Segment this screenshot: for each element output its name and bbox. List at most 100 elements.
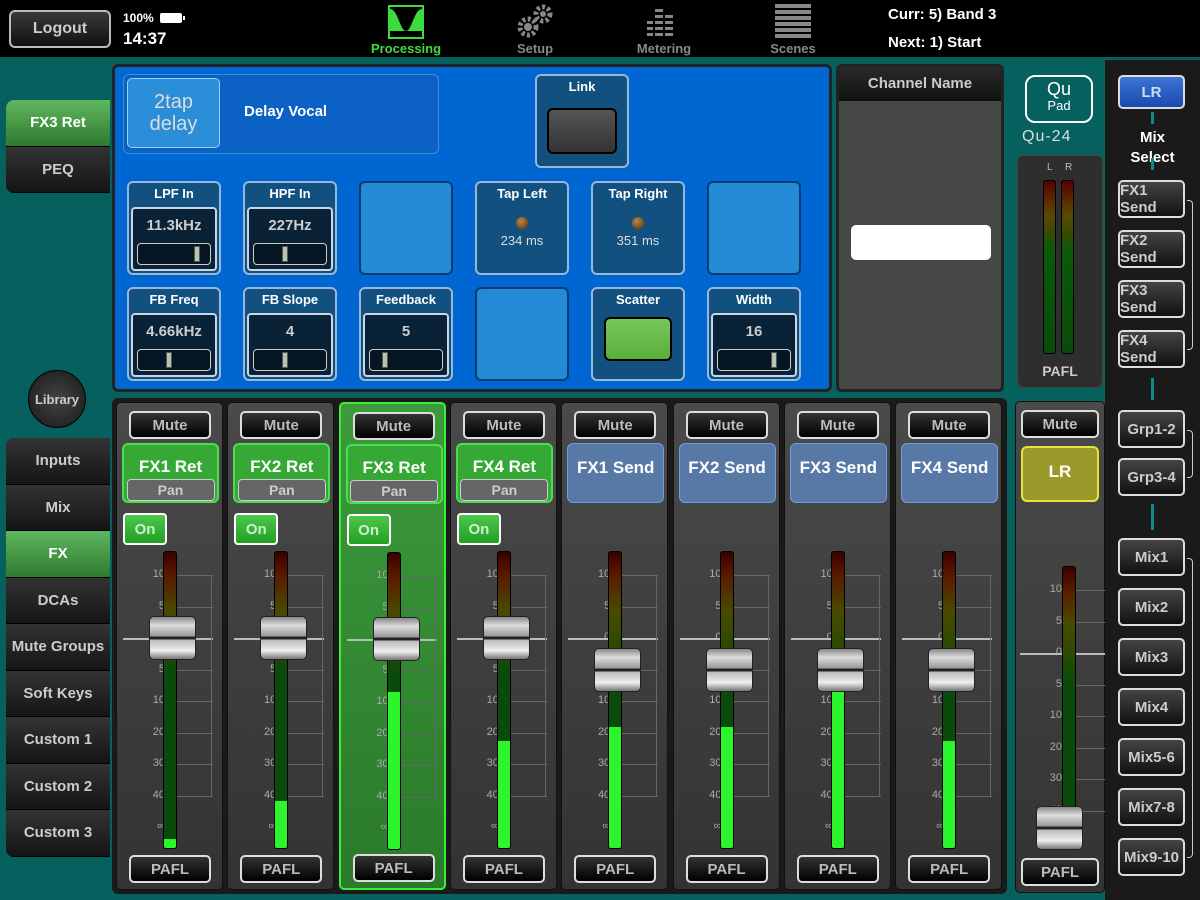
mute-button[interactable]: Mute [574,411,657,439]
pafl-button[interactable]: PAFL [129,855,211,883]
connector-line [1151,158,1154,170]
fader-cap[interactable] [928,648,976,692]
layer-inputs[interactable]: Inputs [6,438,110,485]
fader-cap[interactable] [372,617,420,661]
mute-button[interactable]: Mute [908,411,991,439]
mix-select-lr[interactable]: LR [1118,75,1185,109]
mute-button[interactable]: Mute [462,411,545,439]
fader-cap[interactable] [149,616,196,660]
fader-cap[interactable] [260,616,308,660]
channel-name-button[interactable]: FX1 Ret Pan [122,443,219,503]
layer-mute-groups[interactable]: Mute Groups [6,624,110,671]
mix-select-mix1[interactable]: Mix1 [1118,538,1185,576]
pan-control[interactable]: Pan [350,480,439,502]
mute-button[interactable]: Mute [352,412,435,440]
tab-metering[interactable]: Metering [619,2,709,56]
layer-mix[interactable]: Mix [6,484,110,531]
pafl-button[interactable]: PAFL [574,855,657,883]
mix-select-fx3-send[interactable]: FX3 Send [1118,280,1185,318]
fader-cap[interactable] [816,648,864,692]
tab-fx3-ret[interactable]: FX3 Ret [6,100,110,147]
tab-scenes[interactable]: Scenes [748,2,838,56]
mute-button[interactable]: Mute [240,411,323,439]
fader-cap[interactable] [705,648,753,692]
pafl-button[interactable]: PAFL [908,855,991,883]
fader-cap[interactable] [482,616,530,660]
slider-thumb[interactable] [165,352,172,368]
on-button[interactable]: On [346,514,391,546]
master-fader[interactable] [1036,806,1083,850]
channel-name-button[interactable]: FX4 Ret Pan [455,443,553,503]
mute-button[interactable]: Mute [796,411,879,439]
fader-cap[interactable] [594,648,642,692]
hpf-in-slider[interactable] [253,243,327,265]
fb-freq-slider[interactable] [137,349,211,371]
mix-select-grp3-4[interactable]: Grp3-4 [1118,458,1185,496]
on-button[interactable]: On [456,513,501,545]
mute-button[interactable]: Mute [129,411,211,439]
slider-thumb[interactable] [193,246,200,262]
pan-control[interactable]: Pan [460,479,549,501]
channel-name-input[interactable] [851,225,991,260]
master-meter[interactable]: L R PAFL [1017,155,1103,388]
slider-thumb[interactable] [770,352,777,368]
scatter-button[interactable] [604,317,672,361]
master-mute-button[interactable]: Mute [1021,410,1099,438]
pafl-button[interactable]: PAFL [352,854,435,882]
pan-control[interactable]: Pan [237,479,326,501]
mix-select-fx1-send[interactable]: FX1 Send [1118,180,1185,218]
tab-setup[interactable]: Setup [490,2,580,56]
layer-custom-2[interactable]: Custom 2 [6,763,110,810]
mix-select-grp1-2[interactable]: Grp1-2 [1118,410,1185,448]
library-button[interactable]: Library [28,370,86,428]
link-button[interactable] [547,108,617,154]
scale-tick-label: 0 [604,631,611,643]
scale-tick-label: 10 [152,694,165,706]
scale-tick-label: 5 [1055,614,1062,627]
master-pafl-button[interactable]: PAFL [1021,858,1099,886]
mix-select-mix5-6[interactable]: Mix5-6 [1118,738,1185,776]
tab-peq[interactable]: PEQ [6,146,110,193]
slider-thumb[interactable] [281,246,288,262]
channel-name-button[interactable]: FX2 Ret Pan [233,443,331,503]
slider-thumb[interactable] [382,352,389,368]
tap-right-control[interactable]: Tap Right 351 ms [591,181,685,275]
layer-fx[interactable]: FX [6,531,110,578]
fx-type-button[interactable]: 2tap delay [127,78,220,148]
mute-button[interactable]: Mute [685,411,768,439]
feedback-slider[interactable] [369,349,443,371]
channel-name-button[interactable]: FX4 Send [901,443,999,503]
mix-select-fx4-send[interactable]: FX4 Send [1118,330,1185,368]
current-scene: Curr: 5) Band 3 [888,6,997,23]
mix-select-fx2-send[interactable]: FX2 Send [1118,230,1185,268]
layer-custom-3[interactable]: Custom 3 [6,810,110,857]
mix-select-mix9-10[interactable]: Mix9-10 [1118,838,1185,876]
tap-left-control[interactable]: Tap Left 234 ms [475,181,569,275]
pafl-button[interactable]: PAFL [796,855,879,883]
logout-button[interactable]: Logout [9,10,111,48]
slider-thumb[interactable] [281,352,288,368]
mix-select-mix3[interactable]: Mix3 [1118,638,1185,676]
pafl-button[interactable]: PAFL [685,855,768,883]
layer-dcas[interactable]: DCAs [6,577,110,624]
pafl-button[interactable]: PAFL [240,855,323,883]
channel-name-button[interactable]: FX1 Send [567,443,665,503]
mix-select-mix7-8[interactable]: Mix7-8 [1118,788,1185,826]
lpf-in-slider[interactable] [137,243,211,265]
channel-name-button[interactable]: FX3 Ret Pan [345,444,443,504]
layer-custom-1[interactable]: Custom 1 [6,717,110,764]
tab-processing[interactable]: Processing [361,2,451,56]
mix-select-mix2[interactable]: Mix2 [1118,588,1185,626]
layer-soft-keys[interactable]: Soft Keys [6,670,110,717]
width-slider[interactable] [717,349,791,371]
on-button[interactable]: On [123,513,167,545]
next-scene[interactable]: Next: 1) Start [888,34,981,51]
fb-slope-slider[interactable] [253,349,327,371]
pan-control[interactable]: Pan [126,479,215,501]
mix-select-mix4[interactable]: Mix4 [1118,688,1185,726]
on-button[interactable]: On [234,513,279,545]
channel-name-button[interactable]: FX3 Send [789,443,887,503]
channel-name-button[interactable]: FX2 Send [678,443,776,503]
pafl-button[interactable]: PAFL [462,855,545,883]
master-name[interactable]: LR [1021,446,1099,502]
